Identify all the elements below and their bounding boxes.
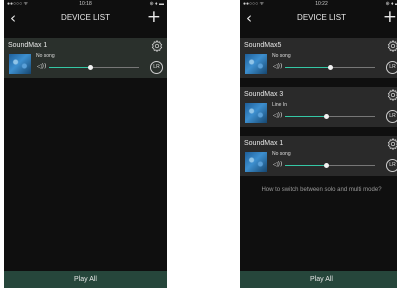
gear-icon[interactable] (151, 40, 163, 52)
status-time: 10:18 (79, 1, 92, 7)
volume-knob[interactable] (323, 163, 329, 168)
volume-fill (285, 67, 330, 68)
device-name: SoundMax 1 (244, 140, 284, 147)
phone-screen-left: ●●○○○ ᯤ 10:18 ⊕ ♦ ▬ ‹ DEVICE LIST + Soun… (4, 0, 167, 288)
nav-bar: ‹ DEVICE LIST + (240, 8, 397, 30)
phone-screen-right: ●●○○○ ᯤ 10:22 ⊕ ♦ ▬ ‹ DEVICE LIST + Soun… (240, 0, 397, 288)
device-card[interactable]: SoundMax5 No song ◁)) LR (240, 38, 397, 78)
device-card[interactable]: SoundMax 1 No song ◁)) LR (4, 38, 167, 78)
album-art (245, 103, 267, 123)
song-title: No song (36, 53, 55, 59)
volume-slider[interactable] (285, 65, 375, 70)
device-name: SoundMax5 (244, 42, 282, 49)
speaker-icon[interactable]: ◁)) (273, 161, 282, 169)
lr-button[interactable]: LR (386, 61, 397, 74)
play-all-button[interactable]: Play All (4, 271, 167, 288)
status-bar: ●●○○○ ᯤ 10:18 ⊕ ♦ ▬ (4, 0, 167, 8)
gear-icon[interactable] (387, 138, 397, 150)
volume-slider[interactable] (49, 65, 139, 70)
volume-knob[interactable] (323, 114, 329, 119)
device-card[interactable]: SoundMax 1 No song ◁)) LR (240, 136, 397, 176)
volume-fill (285, 165, 326, 166)
device-list: SoundMax 1 No song ◁)) LR (4, 38, 167, 87)
volume-fill (285, 116, 326, 117)
nav-bar: ‹ DEVICE LIST + (4, 8, 167, 30)
speaker-icon[interactable]: ◁)) (273, 63, 282, 71)
page-title: DEVICE LIST (61, 13, 110, 22)
device-name: SoundMax 1 (8, 42, 48, 49)
add-device-button[interactable]: + (383, 8, 397, 26)
add-device-button[interactable]: + (147, 8, 161, 26)
mode-help-link[interactable]: How to switch between solo and multi mod… (240, 186, 397, 194)
song-title: No song (272, 53, 291, 59)
lr-button[interactable]: LR (150, 61, 163, 74)
speaker-icon[interactable]: ◁)) (37, 63, 46, 71)
device-card[interactable]: SoundMax 3 Line In ◁)) LR (240, 87, 397, 127)
page-title: DEVICE LIST (297, 13, 346, 22)
lr-button[interactable]: LR (386, 159, 397, 172)
song-title: Line In (272, 102, 288, 108)
album-art (245, 54, 267, 74)
volume-knob[interactable] (87, 65, 93, 70)
gear-icon[interactable] (387, 89, 397, 101)
album-art (9, 54, 31, 74)
play-all-button[interactable]: Play All (240, 271, 397, 288)
speaker-icon[interactable]: ◁)) (273, 112, 282, 120)
status-time: 10:22 (315, 1, 328, 7)
device-list: SoundMax5 No song ◁)) LR SoundMax 3 Line… (240, 38, 397, 185)
album-art (245, 152, 267, 172)
volume-slider[interactable] (285, 163, 375, 168)
status-bar: ●●○○○ ᯤ 10:22 ⊕ ♦ ▬ (240, 0, 397, 8)
volume-slider[interactable] (285, 114, 375, 119)
song-title: No song (272, 151, 291, 157)
volume-fill (49, 67, 90, 68)
device-name: SoundMax 3 (244, 91, 284, 98)
lr-button[interactable]: LR (386, 110, 397, 123)
gear-icon[interactable] (387, 40, 397, 52)
volume-knob[interactable] (328, 65, 333, 70)
